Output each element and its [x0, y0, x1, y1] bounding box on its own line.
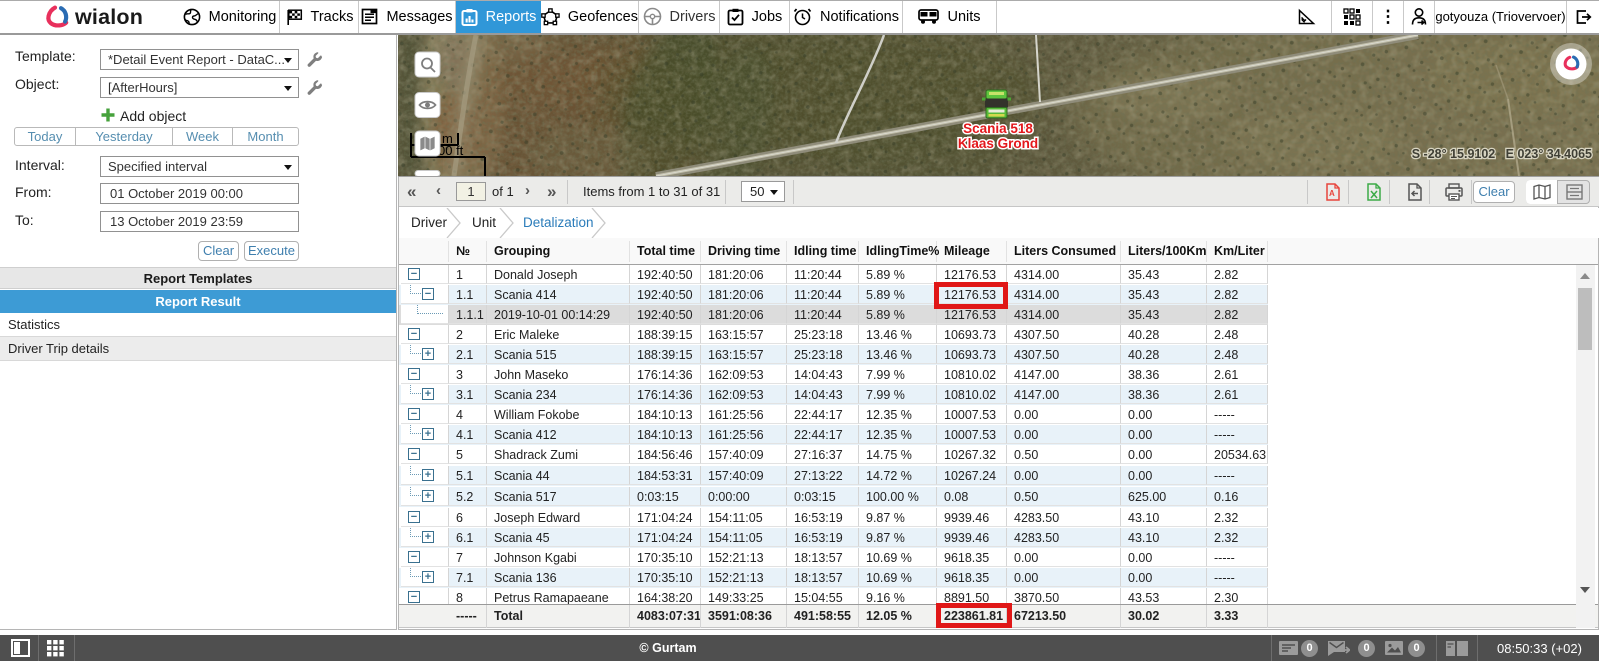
svg-text:wialon: wialon — [74, 5, 143, 29]
svg-text:Scania 518: Scania 518 — [963, 121, 1033, 136]
svg-text:A: A — [1329, 189, 1335, 198]
svg-text:00 ft: 00 ft — [438, 143, 464, 158]
svg-text:S -28° 15.9102 E 023° 34.406: S -28° 15.9102 E 023° 34.4065 — [1412, 147, 1592, 161]
svg-text:Klaas Grond: Klaas Grond — [958, 136, 1038, 151]
